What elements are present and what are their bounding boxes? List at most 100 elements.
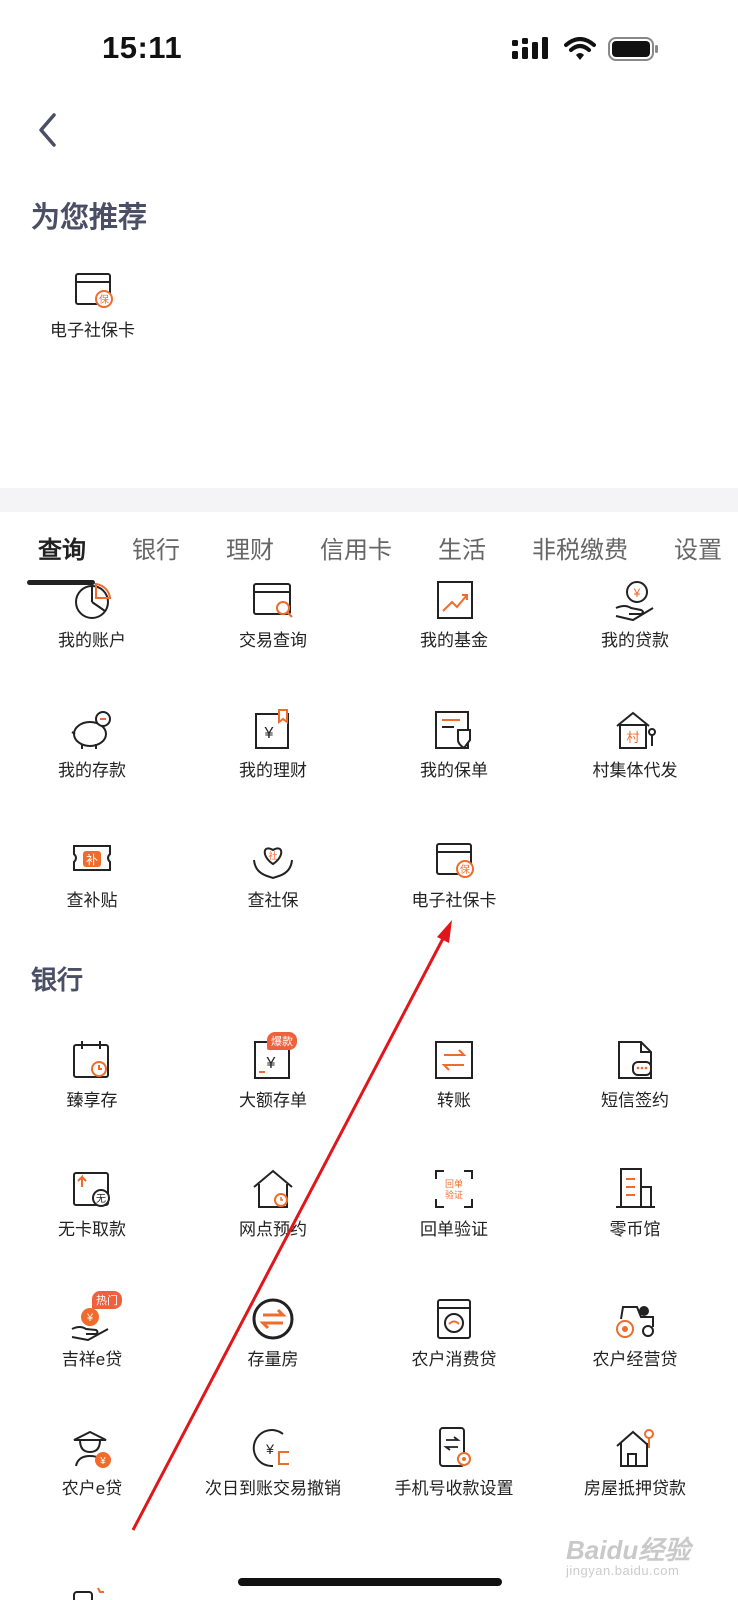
status-icons: [512, 34, 660, 64]
grid-item-label: 我的基金: [420, 631, 488, 650]
grid-item-farmer-consumer-loan[interactable]: 农户消费贷: [362, 1297, 546, 1370]
grid-item-coin-hall[interactable]: 零币馆: [543, 1167, 727, 1240]
exchange-circle-icon: [252, 1298, 294, 1340]
trend-chart-icon: [437, 581, 473, 619]
tab-settings[interactable]: 设置: [674, 530, 722, 565]
watermark-brand: Baidu经验: [566, 1535, 691, 1565]
svg-text:¥: ¥: [266, 1055, 276, 1072]
watermark-domain: jingyan.baidu.com: [566, 1563, 680, 1578]
washing-machine-icon: [437, 1299, 471, 1339]
svg-text:村: 村: [626, 730, 639, 745]
hot-badge: 爆款: [267, 1032, 297, 1050]
grid-item-my-policy[interactable]: 我的保单: [362, 708, 546, 781]
signal-icon: [512, 37, 548, 59]
social-security-card-icon: 保: [436, 843, 474, 878]
farmer-coin-icon: ¥: [73, 1430, 111, 1468]
chevron-left-icon: [39, 113, 56, 147]
status-time: 15:11: [102, 30, 183, 65]
tab-query[interactable]: 查询: [38, 530, 86, 565]
grid-item-my-wealth[interactable]: ¥ 我的理财: [181, 708, 365, 781]
baidu-watermark: Baidu经验 jingyan.baidu.com: [566, 1530, 690, 1578]
grid-item-label: 大额存单: [239, 1091, 307, 1110]
grid-item-label: 农户消费贷: [411, 1350, 497, 1369]
pie-chart-icon: [75, 582, 112, 619]
grid-item-label: 查补贴: [66, 891, 118, 910]
grid-item-label: 我的理财: [239, 761, 307, 780]
back-button[interactable]: [28, 105, 68, 155]
svg-text:补: 补: [86, 853, 98, 867]
social-security-card-icon: 保: [74, 273, 113, 308]
grid-item-label: 交易查询: [239, 631, 307, 650]
grid-item-label: 转账: [437, 1091, 471, 1110]
grid-item-house-mortgage-loan[interactable]: 房屋抵押贷款: [543, 1426, 727, 1499]
grid-item-check-social-security[interactable]: 社 查社保: [181, 838, 365, 911]
tab-non-tax-payment[interactable]: 非税缴费: [532, 530, 628, 565]
recommend-item-label: 电子社保卡: [50, 321, 135, 340]
wealth-book-icon: ¥: [255, 709, 289, 749]
cardless-withdraw-icon: 无: [73, 1172, 110, 1207]
svg-text:¥: ¥: [265, 1441, 274, 1457]
grid-item-phone-payment-settings[interactable]: 手机号收款设置: [362, 1426, 546, 1499]
grid-item-my-account[interactable]: 我的账户: [0, 578, 184, 651]
village-house-icon: 村: [616, 711, 656, 749]
hot-badge: 热门: [92, 1291, 122, 1309]
transfer-icon: [435, 1041, 473, 1079]
tab-bank[interactable]: 银行: [132, 530, 180, 565]
piggy-bank-icon: [71, 711, 111, 749]
grid-item-my-fund[interactable]: 我的基金: [362, 578, 546, 651]
grid-item-label: 我的账户: [58, 631, 126, 650]
grid-item-cardless-withdrawal[interactable]: 无 无卡取款: [0, 1167, 184, 1240]
grid-item-label: 零币馆: [609, 1220, 661, 1239]
category-tabs: 查询 银行 理财 信用卡 生活 非税缴费 设置: [0, 512, 738, 584]
grid-item-branch-appointment[interactable]: 网点预约: [181, 1167, 365, 1240]
svg-text:回单: 回单: [445, 1178, 463, 1189]
grid-item-existing-housing[interactable]: 存量房: [181, 1297, 365, 1370]
svg-text:保: 保: [99, 293, 109, 306]
grid-item-label: 网点预约: [239, 1220, 307, 1239]
grid-item-receipt-verification[interactable]: 回单 验证 回单验证: [362, 1167, 546, 1240]
recommend-item-social-card[interactable]: 保 电子社保卡: [40, 268, 145, 341]
grid-item-label: 臻享存: [66, 1091, 118, 1110]
grid-item-transfer[interactable]: 转账: [362, 1038, 546, 1111]
grid-item-next-day-revoke[interactable]: ¥ 次日到账交易撤销: [181, 1426, 365, 1499]
home-indicator[interactable]: [238, 1578, 502, 1586]
grid-item-village-payroll[interactable]: 村 村集体代发: [543, 708, 727, 781]
grid-item-farmer-e-loan[interactable]: ¥ 农户e贷: [0, 1426, 184, 1499]
house-mortgage-icon: [616, 1429, 654, 1467]
grid-item-social-security-card[interactable]: 保 电子社保卡: [362, 838, 546, 911]
grid-item-label: 农户e贷: [61, 1479, 123, 1498]
grid-item-my-deposit[interactable]: 我的存款: [0, 708, 184, 781]
grid-item-label: 回单验证: [420, 1220, 488, 1239]
coin-revoke-icon: ¥: [252, 1429, 289, 1468]
building-icon: [616, 1168, 655, 1208]
policy-shield-icon: [435, 711, 471, 750]
grid-item-check-subsidy[interactable]: 补 查补贴: [0, 838, 184, 911]
grid-item-label: 房屋抵押贷款: [584, 1479, 686, 1498]
sms-document-icon: [618, 1041, 652, 1079]
status-bar: 15:11: [0, 0, 738, 100]
tractor-icon: [616, 1306, 654, 1338]
tab-wealth[interactable]: 理财: [226, 530, 274, 565]
grid-item-transaction-query[interactable]: 交易查询: [181, 578, 365, 651]
grid-item-farmer-business-loan[interactable]: 农户经营贷: [543, 1297, 727, 1370]
tab-life[interactable]: 生活: [438, 530, 486, 565]
wifi-icon: [564, 37, 596, 60]
receipt-verify-icon: 回单 验证: [435, 1170, 473, 1208]
grid-item-jixiang-e-loan[interactable]: ¥ 热门 吉祥e贷: [0, 1291, 184, 1370]
grid-item-large-deposit[interactable]: ¥ 爆款 大额存单: [181, 1032, 365, 1111]
grid-item-label: 存量房: [247, 1350, 299, 1369]
calendar-clock-icon: [73, 1041, 109, 1078]
grid-item-label: 村集体代发: [592, 761, 678, 780]
hand-coin-icon: ¥: [615, 581, 654, 622]
svg-text:保: 保: [460, 863, 470, 876]
branch-house-icon: [253, 1169, 293, 1208]
bank-section-title: 银行: [31, 965, 84, 995]
svg-text:无: 无: [96, 1194, 106, 1205]
grid-item-label: 我的保单: [420, 761, 488, 780]
grid-item-my-loan[interactable]: ¥ 我的贷款: [543, 578, 727, 651]
svg-text:验证: 验证: [445, 1189, 463, 1200]
tab-credit-card[interactable]: 信用卡: [320, 530, 392, 565]
grid-item-sms-signing[interactable]: 短信签约: [543, 1038, 727, 1111]
section-divider: [0, 488, 738, 512]
grid-item-zhenxiangcun[interactable]: 臻享存: [0, 1038, 184, 1111]
